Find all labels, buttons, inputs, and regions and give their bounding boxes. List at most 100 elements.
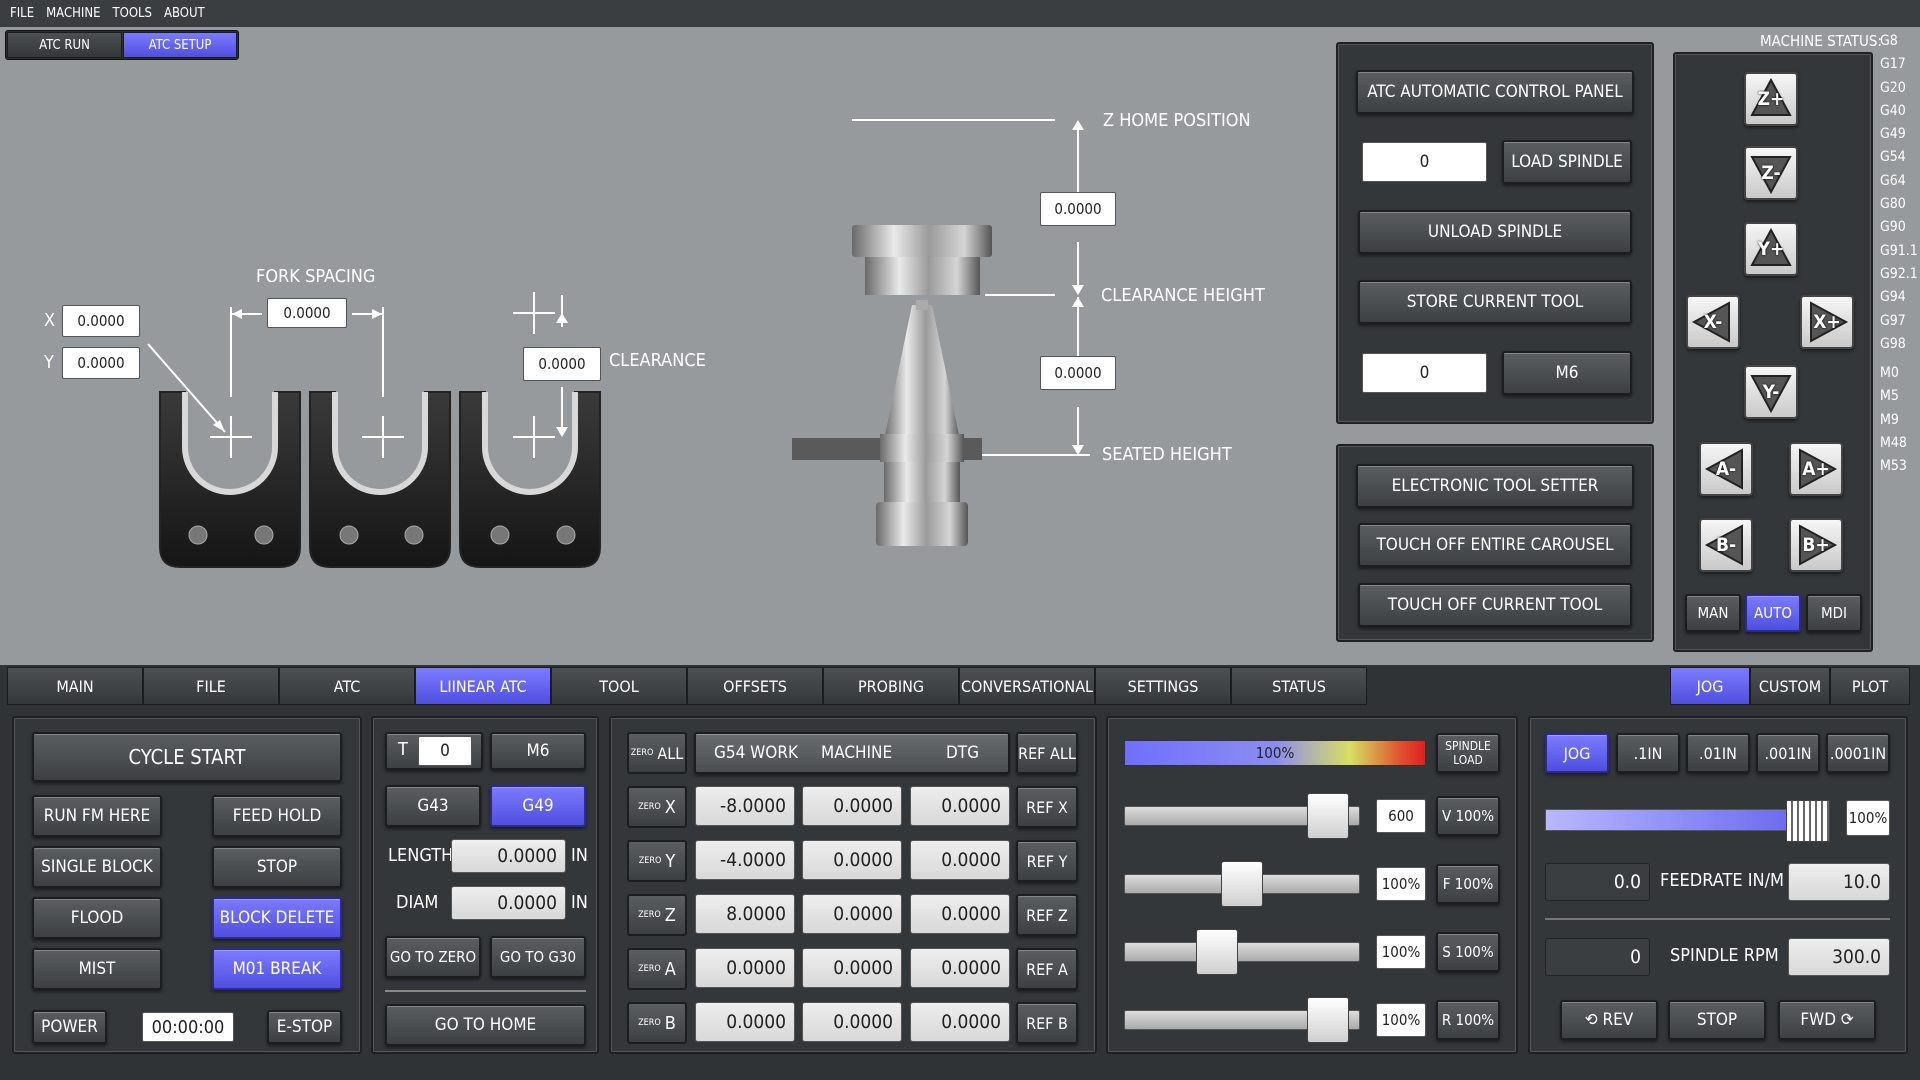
- go-to-home-button[interactable]: GO TO HOME: [385, 1004, 586, 1046]
- work-x-field[interactable]: -8.0000: [695, 786, 795, 826]
- zero-a-button[interactable]: ZERO A: [627, 948, 687, 990]
- run-from-here-button[interactable]: RUN FM HERE: [32, 795, 162, 837]
- store-tool-button[interactable]: STORE CURRENT TOOL: [1358, 280, 1632, 324]
- y-plus-button[interactable]: Y+: [1744, 222, 1798, 276]
- z-plus-button[interactable]: Z+: [1744, 72, 1798, 126]
- jog-speed-knob[interactable]: [1786, 800, 1830, 842]
- load-spindle-button[interactable]: LOAD SPINDLE: [1502, 140, 1632, 184]
- z-home-field[interactable]: 0.0000: [1040, 192, 1116, 226]
- work-a-field[interactable]: 0.0000: [695, 948, 795, 988]
- slider-knob[interactable]: [1307, 997, 1350, 1043]
- ref-all-button[interactable]: REF ALL: [1016, 732, 1078, 774]
- a-minus-button[interactable]: A-: [1699, 442, 1753, 496]
- unload-spindle-button[interactable]: UNLOAD SPINDLE: [1358, 210, 1632, 254]
- slider-knob[interactable]: [1221, 861, 1263, 907]
- tab-settings[interactable]: SETTINGS: [1095, 667, 1231, 705]
- increment-01-button[interactable]: .01IN: [1686, 733, 1750, 773]
- diam-field[interactable]: 0.0000: [451, 886, 566, 920]
- cycle-start-button[interactable]: CYCLE START: [32, 732, 342, 782]
- a-plus-button[interactable]: A+: [1789, 442, 1843, 496]
- ref-x-button[interactable]: REF X: [1016, 786, 1078, 828]
- touch-off-carousel-button[interactable]: TOUCH OFF ENTIRE CAROUSEL: [1358, 523, 1632, 567]
- touch-off-current-button[interactable]: TOUCH OFF CURRENT TOOL: [1358, 583, 1632, 627]
- b-plus-button[interactable]: B+: [1789, 518, 1843, 572]
- ref-b-button[interactable]: REF B: [1016, 1002, 1078, 1044]
- work-z-field[interactable]: 8.0000: [695, 894, 795, 934]
- estop-button[interactable]: E-STOP: [267, 1010, 342, 1044]
- tab-jog[interactable]: JOG: [1670, 667, 1750, 705]
- clearance-field[interactable]: 0.0000: [523, 347, 601, 381]
- z-minus-button[interactable]: Z-: [1744, 146, 1798, 200]
- b-minus-button[interactable]: B-: [1699, 518, 1753, 572]
- fork-x-field[interactable]: 0.0000: [62, 305, 140, 337]
- x-minus-button[interactable]: X-: [1686, 295, 1740, 349]
- stop-button[interactable]: STOP: [212, 846, 342, 888]
- ref-a-button[interactable]: REF A: [1016, 948, 1078, 990]
- tool-t-field[interactable]: 0: [418, 736, 472, 766]
- seated-field[interactable]: 0.0000: [1040, 356, 1116, 390]
- increment-001-button[interactable]: .001IN: [1756, 733, 1820, 773]
- g43-button[interactable]: G43: [385, 785, 481, 827]
- flood-button[interactable]: FLOOD: [32, 897, 162, 939]
- ref-z-button[interactable]: REF Z: [1016, 894, 1078, 936]
- mist-button[interactable]: MIST: [32, 948, 162, 990]
- tool-number-field[interactable]: 0: [1362, 142, 1487, 182]
- menu-machine[interactable]: MACHINE: [46, 6, 100, 21]
- override-slider-r[interactable]: [1124, 997, 1360, 1043]
- go-to-zero-button[interactable]: GO TO ZERO: [385, 936, 481, 978]
- g49-button[interactable]: G49: [490, 785, 586, 827]
- menu-about[interactable]: ABOUT: [164, 6, 205, 21]
- slider-knob[interactable]: [1196, 929, 1239, 975]
- menu-tools[interactable]: TOOLS: [113, 6, 153, 21]
- zero-z-button[interactable]: ZERO Z: [627, 894, 687, 936]
- mode-mdi-button[interactable]: MDI: [1806, 594, 1862, 632]
- tab-probing[interactable]: PROBING: [823, 667, 959, 705]
- work-y-field[interactable]: -4.0000: [695, 840, 795, 880]
- go-to-g30-button[interactable]: GO TO G30: [490, 936, 586, 978]
- zero-y-button[interactable]: ZERO Y: [627, 840, 687, 882]
- y-minus-button[interactable]: Y-: [1744, 365, 1798, 419]
- spindle-rpm-set-field[interactable]: 300.0: [1788, 938, 1890, 976]
- override-r-button[interactable]: R 100%: [1436, 1000, 1500, 1040]
- feed-hold-button[interactable]: FEED HOLD: [212, 795, 342, 837]
- fork-spacing-field[interactable]: 0.0000: [267, 298, 347, 328]
- override-f-button[interactable]: F 100%: [1436, 864, 1500, 904]
- override-slider-v[interactable]: [1124, 793, 1360, 839]
- slider-knob[interactable]: [1307, 793, 1350, 839]
- tab-plot[interactable]: PLOT: [1830, 667, 1910, 705]
- increment-0001-button[interactable]: .0001IN: [1826, 733, 1890, 773]
- tab-offsets[interactable]: OFFSETS: [687, 667, 823, 705]
- m01-break-button[interactable]: M01 BREAK: [212, 948, 342, 990]
- block-delete-button[interactable]: BLOCK DELETE: [212, 897, 342, 939]
- x-plus-button[interactable]: X+: [1800, 295, 1854, 349]
- feedrate-set-field[interactable]: 10.0: [1788, 863, 1890, 901]
- ref-y-button[interactable]: REF Y: [1016, 840, 1078, 882]
- override-s-button[interactable]: S 100%: [1436, 932, 1500, 972]
- mode-auto-button[interactable]: AUTO: [1745, 594, 1801, 632]
- menu-file[interactable]: FILE: [10, 6, 34, 21]
- mode-man-button[interactable]: MAN: [1685, 594, 1741, 632]
- tab-conversational[interactable]: CONVERSATIONAL: [959, 667, 1095, 705]
- zero-b-button[interactable]: ZERO B: [627, 1002, 687, 1044]
- spindle-stop-button[interactable]: STOP: [1668, 1000, 1766, 1040]
- single-block-button[interactable]: SINGLE BLOCK: [32, 846, 162, 888]
- tab-custom[interactable]: CUSTOM: [1750, 667, 1830, 705]
- tab-atc[interactable]: ATC: [279, 667, 415, 705]
- override-slider-f[interactable]: [1124, 861, 1360, 907]
- tab-file[interactable]: FILE: [143, 667, 279, 705]
- work-b-field[interactable]: 0.0000: [695, 1002, 795, 1042]
- power-button[interactable]: POWER: [32, 1010, 107, 1044]
- tab-tool[interactable]: TOOL: [551, 667, 687, 705]
- zero-all-button[interactable]: ZERO ALL: [627, 732, 687, 774]
- jog-button[interactable]: JOG: [1545, 733, 1609, 773]
- override-slider-s[interactable]: [1124, 929, 1360, 975]
- tab-status[interactable]: STATUS: [1231, 667, 1367, 705]
- override-v-button[interactable]: V 100%: [1436, 796, 1500, 836]
- fork-y-field[interactable]: 0.0000: [62, 347, 140, 379]
- length-field[interactable]: 0.0000: [451, 839, 566, 873]
- spindle-fwd-button[interactable]: FWD ⟳: [1778, 1000, 1876, 1040]
- jog-speed-slider[interactable]: [1545, 800, 1830, 842]
- m6-tool-field[interactable]: 0: [1362, 353, 1487, 393]
- spindle-rev-button[interactable]: ⟲ REV: [1560, 1000, 1658, 1040]
- increment-1-button[interactable]: .1IN: [1616, 733, 1680, 773]
